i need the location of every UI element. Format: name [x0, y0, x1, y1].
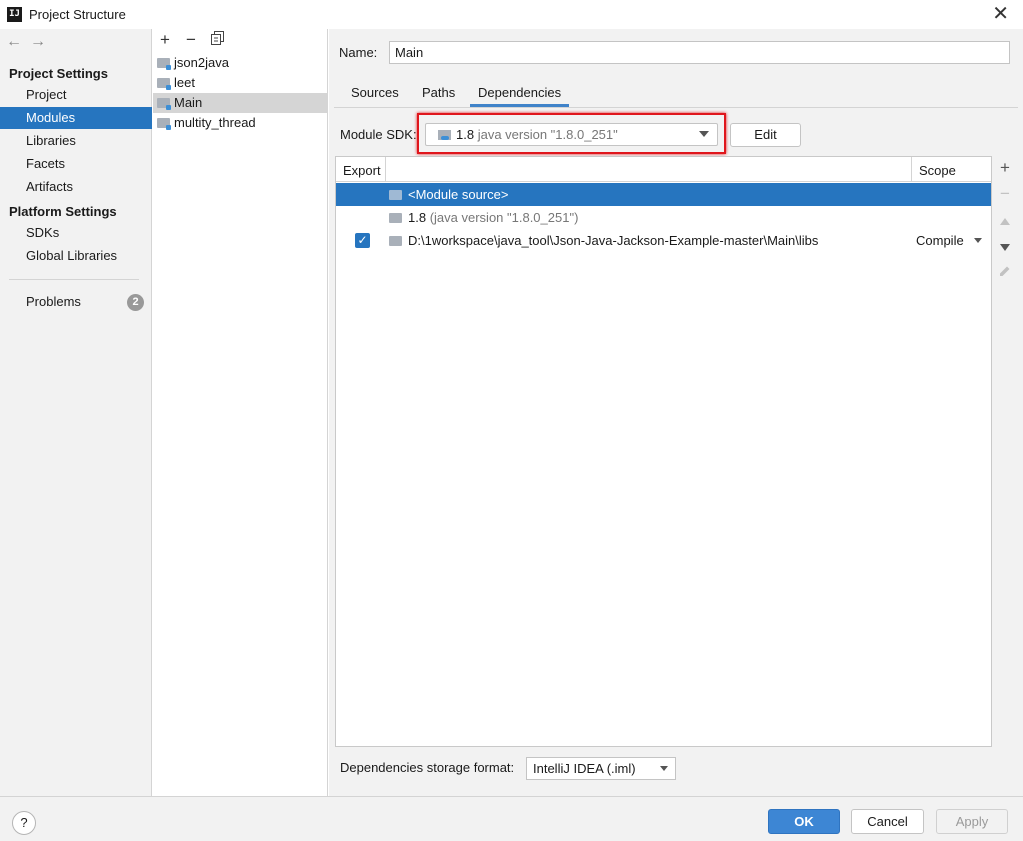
module-label: leet: [174, 75, 195, 90]
column-export[interactable]: Export: [343, 163, 381, 178]
dialog-footer: ? OK Cancel Apply: [0, 796, 1023, 841]
ok-button[interactable]: OK: [768, 809, 840, 834]
move-up-icon[interactable]: [992, 208, 1018, 232]
module-folder-icon: [157, 98, 171, 110]
problems-label: Problems: [26, 294, 81, 309]
module-detail-panel: Name: Main Sources Paths Dependencies Mo…: [329, 29, 1023, 796]
nav-item-facets[interactable]: Facets: [0, 153, 152, 175]
help-button[interactable]: ?: [12, 811, 36, 835]
module-name-input[interactable]: Main: [389, 41, 1010, 64]
table-row-jdk[interactable]: 1.8 (java version "1.8.0_251"): [336, 206, 991, 229]
nav-item-libraries[interactable]: Libraries: [0, 130, 152, 152]
column-scope[interactable]: Scope: [919, 163, 956, 178]
tab-paths[interactable]: Paths: [422, 83, 455, 107]
tabs-divider: [334, 107, 1018, 108]
title-bar: IJ Project Structure ✕: [0, 0, 1023, 29]
window-title: Project Structure: [29, 7, 126, 22]
module-label: multity_thread: [174, 115, 256, 130]
dependency-tools: + −: [992, 156, 1018, 747]
module-label: Main: [174, 95, 203, 110]
storage-format-dropdown[interactable]: IntelliJ IDEA (.iml): [526, 757, 676, 780]
nav-item-project[interactable]: Project: [0, 84, 152, 106]
add-module-button[interactable]: +: [160, 31, 170, 49]
nav-item-global-libraries[interactable]: Global Libraries: [0, 245, 152, 267]
intellij-app-icon: IJ: [7, 7, 22, 22]
dependencies-table: Export Scope <Module source> 1.8 (java v…: [335, 156, 992, 747]
nav-item-modules[interactable]: Modules: [0, 107, 152, 129]
table-header: Export Scope: [336, 157, 991, 182]
module-list-panel: + − json2java leet Main multity_thread: [153, 29, 328, 796]
nav-history: ← →: [6, 33, 54, 51]
nav-divider: [9, 279, 139, 280]
column-separator: [911, 157, 912, 182]
module-sdk-dropdown[interactable]: 1.8 java version "1.8.0_251": [425, 123, 718, 146]
edit-sdk-button[interactable]: Edit: [730, 123, 801, 147]
sdk-version: 1.8: [456, 127, 475, 142]
arrow-left-icon[interactable]: ←: [6, 33, 22, 50]
copy-icon[interactable]: [211, 31, 224, 49]
chevron-down-icon: [699, 131, 709, 137]
project-settings-header: Project Settings: [9, 66, 108, 81]
module-item-multity-thread[interactable]: multity_thread: [153, 113, 328, 133]
cancel-button[interactable]: Cancel: [851, 809, 924, 834]
storage-format-value: IntelliJ IDEA (.iml): [533, 761, 636, 776]
folder-icon: [389, 236, 402, 246]
module-item-leet[interactable]: leet: [153, 73, 328, 93]
module-item-main[interactable]: Main: [153, 93, 328, 113]
chevron-down-icon[interactable]: [974, 238, 982, 243]
apply-button[interactable]: Apply: [936, 809, 1008, 834]
jdk-detail: (java version "1.8.0_251"): [429, 210, 579, 225]
platform-settings-header: Platform Settings: [9, 204, 117, 219]
sdk-detail: java version "1.8.0_251": [477, 127, 618, 142]
nav-item-sdks[interactable]: SDKs: [0, 222, 152, 244]
tab-dependencies[interactable]: Dependencies: [470, 83, 570, 107]
name-label: Name:: [339, 45, 378, 60]
export-checkbox[interactable]: ✓: [355, 233, 370, 248]
module-label: json2java: [174, 55, 229, 70]
settings-nav: ← → Project Settings Project Modules Libr…: [0, 29, 152, 796]
module-folder-icon: [157, 78, 171, 90]
dependency-name: <Module source>: [408, 187, 509, 202]
scope-value[interactable]: Compile: [916, 229, 964, 252]
tab-sources[interactable]: Sources: [351, 83, 399, 107]
table-row-module-source[interactable]: <Module source>: [336, 183, 991, 206]
nav-item-problems[interactable]: Problems 2: [0, 291, 152, 313]
remove-module-button[interactable]: −: [186, 31, 196, 49]
module-toolbar: + −: [153, 29, 328, 53]
module-item-json2java[interactable]: json2java: [153, 53, 328, 73]
close-icon[interactable]: ✕: [992, 4, 1009, 24]
jdk-icon: [389, 213, 402, 223]
source-folder-icon: [389, 190, 402, 200]
storage-format-label: Dependencies storage format:: [340, 760, 515, 775]
problems-count-badge: 2: [127, 294, 144, 311]
edit-icon[interactable]: [992, 260, 1018, 284]
table-row-libs[interactable]: ✓ D:\1workspace\java_tool\Json-Java-Jack…: [336, 229, 991, 252]
nav-item-artifacts[interactable]: Artifacts: [0, 176, 152, 198]
jdk-name: 1.8: [408, 210, 427, 225]
move-down-icon[interactable]: [992, 234, 1018, 258]
dependency-name: 1.8 (java version "1.8.0_251"): [408, 206, 578, 229]
module-sdk-label: Module SDK:: [340, 127, 417, 142]
add-icon[interactable]: +: [992, 156, 1018, 180]
arrow-right-icon[interactable]: →: [30, 33, 46, 50]
remove-icon[interactable]: −: [992, 182, 1018, 206]
jdk-icon: [438, 130, 451, 140]
column-separator: [385, 157, 386, 182]
chevron-down-icon: [660, 766, 668, 771]
module-folder-icon: [157, 118, 171, 130]
dependency-name: D:\1workspace\java_tool\Json-Java-Jackso…: [408, 233, 819, 248]
module-folder-icon: [157, 58, 171, 70]
